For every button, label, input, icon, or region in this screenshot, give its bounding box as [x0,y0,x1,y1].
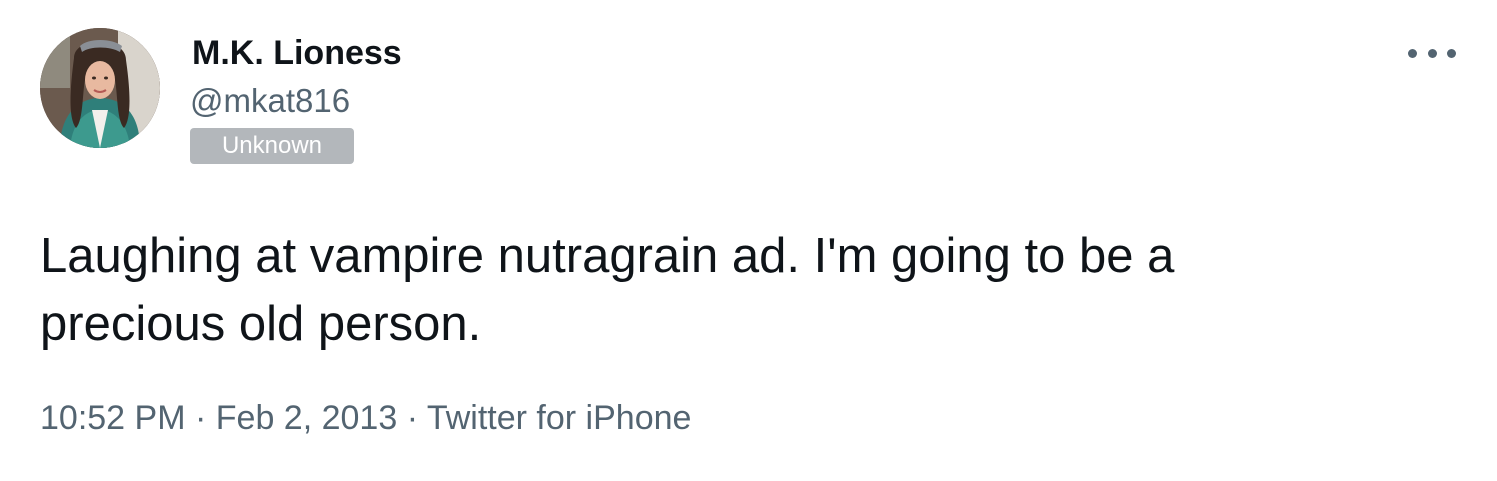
author-handle[interactable]: @mkat816 [190,80,350,122]
more-options-button[interactable] [1408,36,1456,70]
tweet-card: M.K. Lioness @mkat816 Unknown Laughing a… [0,0,1497,481]
avatar-image [40,28,160,148]
author-name[interactable]: M.K. Lioness [192,32,402,74]
tweet-date[interactable]: Feb 2, 2013 [216,399,397,437]
meta-separator: · [194,399,216,437]
tweet-time[interactable]: 10:52 PM [40,399,186,437]
meta-separator: · [406,399,427,437]
more-horizontal-icon-dot [1427,48,1437,58]
avatar[interactable] [40,28,160,148]
status-badge: Unknown [190,128,354,164]
tweet-source[interactable]: Twitter for iPhone [427,399,692,437]
tweet-metadata: 10:52 PM · Feb 2, 2013 · Twitter for iPh… [40,396,691,440]
tweet-text: Laughing at vampire nutragrain ad. I'm g… [40,229,1175,351]
more-horizontal-icon [1408,48,1417,58]
more-horizontal-icon-dot [1447,48,1456,58]
